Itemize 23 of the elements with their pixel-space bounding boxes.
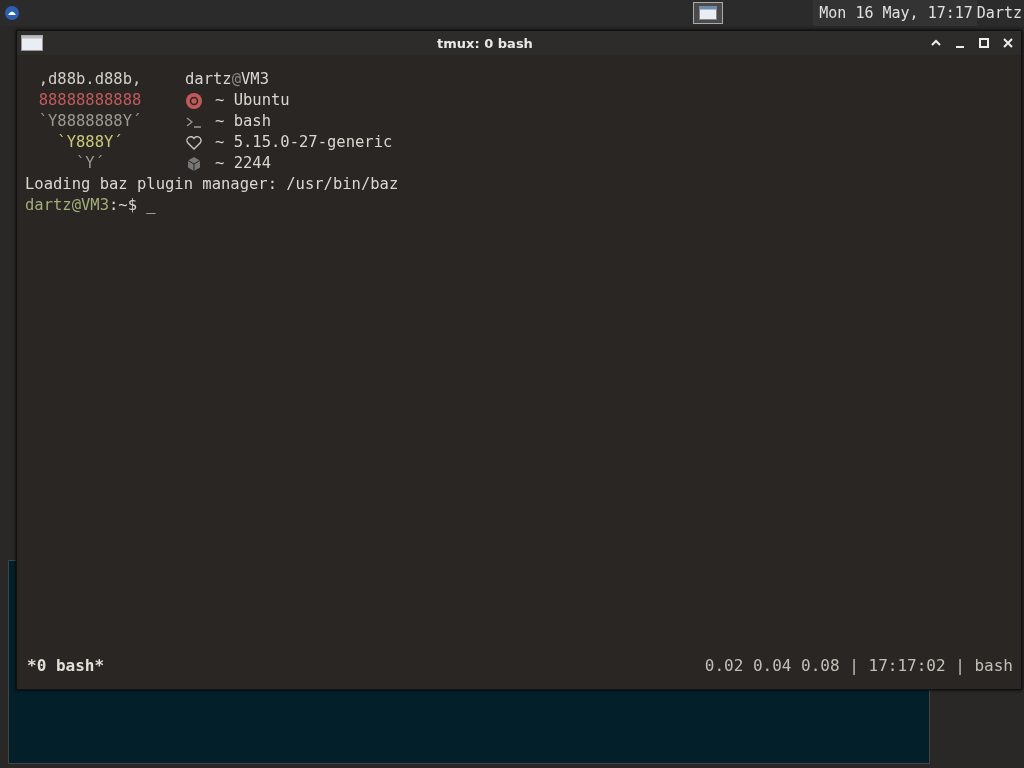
ascii-logo-line: `Y8888888Y´ [37, 111, 143, 132]
ascii-logo-line: `Y888Y´ [56, 132, 124, 153]
user-host: dartz@VM3 [185, 69, 269, 90]
info-text: ~ 2244 [215, 153, 271, 174]
ascii-logo-line: 88888888888 [37, 90, 143, 111]
ubuntu-icon [185, 91, 203, 110]
info-text: ~ 5.15.0-27-generic [215, 132, 393, 153]
info-text: ~ bash [215, 111, 271, 132]
clock[interactable]: Mon 16 May, 17:17 [813, 0, 977, 26]
ascii-logo-line: ,d88b.d88b, [37, 69, 143, 90]
window-title: tmux: 0 bash [436, 35, 534, 51]
taskbar-window-button[interactable] [693, 2, 724, 24]
output-line: Loading baz plugin manager: /usr/bin/baz [25, 174, 400, 195]
info-text: ~ Ubuntu [215, 90, 290, 111]
heart-icon [185, 133, 203, 152]
app-menu-icon[interactable] [4, 5, 20, 21]
package-icon [185, 154, 203, 173]
status-info: 0.02 0.04 0.08 | 17:17:02 | bash [704, 656, 1013, 675]
window-icon [21, 35, 43, 51]
user-name[interactable]: Dartz [976, 4, 1024, 22]
tmux-window-tab[interactable]: *0 bash* [27, 656, 105, 675]
shell-prompt: dartz@VM3:~$ _ [25, 195, 157, 216]
ascii-logo-line: `Y´ [75, 153, 105, 174]
